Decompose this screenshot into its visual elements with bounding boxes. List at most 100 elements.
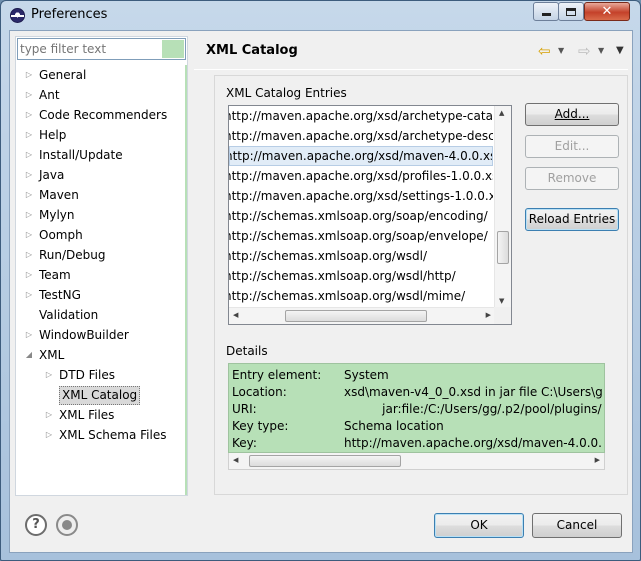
forward-arrow-icon[interactable]: ⇨ [578,44,591,59]
scroll-down-icon[interactable]: ▼ [499,297,504,305]
maximize-icon [566,7,576,16]
add-label: Add... [554,107,590,121]
help-icon[interactable]: ? [25,514,47,536]
catalog-entry[interactable]: http://schemas.xmlsoap.org/soap/encoding… [229,206,493,226]
tree-expand-icon[interactable]: ▷ [24,165,34,185]
entries-horizontal-scrollbar[interactable]: ◀ ▶ [229,307,511,324]
edit-entry-button[interactable]: Edit... [525,135,619,158]
catalog-entry[interactable]: http://schemas.xmlsoap.org/wsdl/mime/ [229,286,493,306]
tree-item-xml-catalog[interactable]: XML Catalog [16,385,184,405]
add-entry-button[interactable]: Add... [525,103,619,126]
tree-expand-icon[interactable]: ▷ [24,285,34,305]
details-scroll-right-icon[interactable]: ▶ [595,456,600,464]
details-horizontal-scrollbar[interactable]: ◀ ▶ [228,453,605,470]
catalog-entry[interactable]: http://schemas.xmlsoap.org/wsdl/http/ [229,266,493,286]
minimize-button[interactable] [533,2,559,21]
tree-item-maven[interactable]: ▷ Maven [16,185,184,205]
tree-expand-icon[interactable]: ▷ [24,245,34,265]
tree-item-validation[interactable]: Validation [16,305,184,325]
details-group-label: Details [226,344,268,358]
tree-item-windowbuilder[interactable]: ▷ WindowBuilder [16,325,184,345]
tree-scrollbar[interactable] [185,65,187,495]
tree-item-label: Code Recommenders [39,108,168,122]
catalog-entry[interactable]: http://maven.apache.org/xsd/profiles-1.0… [229,166,493,186]
filter-box [17,38,186,60]
window-title: Preferences [31,7,108,22]
tree-expand-icon[interactable]: ▷ [24,125,34,145]
tree-item-install-update[interactable]: ▷ Install/Update [16,145,184,165]
page-title: XML Catalog [206,43,298,58]
record-icon[interactable] [56,514,78,536]
tree-item-general[interactable]: ▷ General [16,65,184,85]
entries-vscroll-thumb[interactable] [497,231,509,264]
maximize-button[interactable] [558,2,584,21]
remove-entry-button[interactable]: Remove [525,167,619,190]
tree-expand-icon[interactable]: ▷ [24,225,34,245]
tree-item-help[interactable]: ▷ Help [16,125,184,145]
details-text-area[interactable]: Entry element: System Location: xsd\maven-v… [228,363,605,453]
tree-item-testng[interactable]: ▷ TestNG [16,285,184,305]
detail-value: jar:file:/C:/Users/gg/.p2/pool/plugins/o… [382,402,602,416]
catalog-entry[interactable]: http://schemas.xmlsoap.org/soap/envelope… [229,226,493,246]
dialog-button-bar: ? OK Cancel [10,502,632,554]
scroll-up-icon[interactable]: ▲ [499,109,504,117]
catalog-entry[interactable]: http://schemas.xmlsoap.org/wsdl/ [229,246,493,266]
tree-expand-icon[interactable]: ▷ [44,405,54,425]
preference-page: XML Catalog ⇦ ▼ ⇨ ▼ ▼ XML Catalog Entrie… [194,36,628,496]
tree-item-code-recommenders[interactable]: ▷ Code Recommenders [16,105,184,125]
details-scroll-left-icon[interactable]: ◀ [233,456,238,464]
catalog-entry-uri: http://schemas.xmlsoap.org/wsdl/ [229,249,427,263]
tree-item-team[interactable]: ▷ Team [16,265,184,285]
catalog-entry[interactable]: http://maven.apache.org/xsd/maven-4.0.0.… [229,146,493,166]
entries-hscroll-thumb[interactable] [285,310,427,322]
tree-item-java[interactable]: ▷ Java [16,165,184,185]
filter-clear-area[interactable] [162,40,184,58]
scroll-right-icon[interactable]: ▶ [486,311,491,319]
scroll-left-icon[interactable]: ◀ [233,311,238,319]
detail-key: Key: [232,436,257,450]
preference-tree: ▷ General ▷ Ant ▷ Code Recommenders ▷ Help ▷ Inst… [16,65,184,445]
tree-expand-icon[interactable]: ▷ [24,205,34,225]
detail-row: Key: http://maven.apache.org/xsd/maven-4.… [232,435,602,451]
tree-expand-icon[interactable]: ▷ [24,65,34,85]
tree-item-mylyn[interactable]: ▷ Mylyn [16,205,184,225]
tree-item-label: Validation [39,308,99,322]
filter-input[interactable] [20,40,158,58]
tree-item-ant[interactable]: ▷ Ant [16,85,184,105]
tree-expand-icon[interactable]: ▷ [24,265,34,285]
tree-expand-icon[interactable]: ▷ [24,325,34,345]
tree-expand-icon[interactable]: ▷ [24,145,34,165]
catalog-entry[interactable]: http://maven.apache.org/xsd/archetype-ca… [229,106,493,126]
tree-expand-icon[interactable]: ▷ [44,425,54,445]
tree-expand-icon[interactable]: ▷ [24,105,34,125]
tree-item-xml[interactable]: ◢ XML [16,345,184,365]
tree-item-dtd-files[interactable]: ▷ DTD Files [16,365,184,385]
ok-button[interactable]: OK [434,513,524,538]
catalog-entry-uri: http://maven.apache.org/xsd/settings-1.0… [229,189,493,203]
tree-expand-icon[interactable]: ▷ [24,185,34,205]
catalog-entries-list[interactable]: http://schemas.xmlsoap.org/wsdl/mime/htt… [228,105,512,325]
back-arrow-icon[interactable]: ⇦ [538,44,551,59]
tree-item-xml-files[interactable]: ▷ XML Files [16,405,184,425]
detail-value: http://maven.apache.org/xsd/maven-4.0.0.… [344,436,602,450]
detail-row: URI: jar:file:/C:/Users/gg/.p2/pool/plug… [232,401,602,417]
entries-vertical-scrollbar[interactable]: ▲ ▼ [494,106,511,308]
view-menu-icon[interactable]: ▼ [616,45,624,56]
tree-item-run-debug[interactable]: ▷ Run/Debug [16,245,184,265]
tree-item-label: XML Schema Files [59,428,167,442]
back-history-chevron-down-icon[interactable]: ▼ [558,46,564,55]
cancel-button[interactable]: Cancel [532,513,622,538]
forward-history-chevron-down-icon[interactable]: ▼ [598,46,604,55]
tree-expand-icon[interactable]: ▷ [24,85,34,105]
catalog-entry[interactable]: http://maven.apache.org/xsd/archetype-de… [229,126,493,146]
reload-entries-button[interactable]: Reload Entries [525,208,619,231]
close-window-button[interactable]: ✕ [584,2,630,21]
reload-label: Reload Entries [528,212,616,226]
tree-item-label: Ant [39,88,60,102]
tree-item-xml-schema-files[interactable]: ▷ XML Schema Files [16,425,184,445]
details-hscroll-thumb[interactable] [249,455,401,467]
catalog-entry[interactable]: http://maven.apache.org/xsd/settings-1.0… [229,186,493,206]
tree-item-oomph[interactable]: ▷ Oomph [16,225,184,245]
tree-expand-icon[interactable]: ▷ [44,365,54,385]
tree-collapse-icon[interactable]: ◢ [24,345,34,365]
